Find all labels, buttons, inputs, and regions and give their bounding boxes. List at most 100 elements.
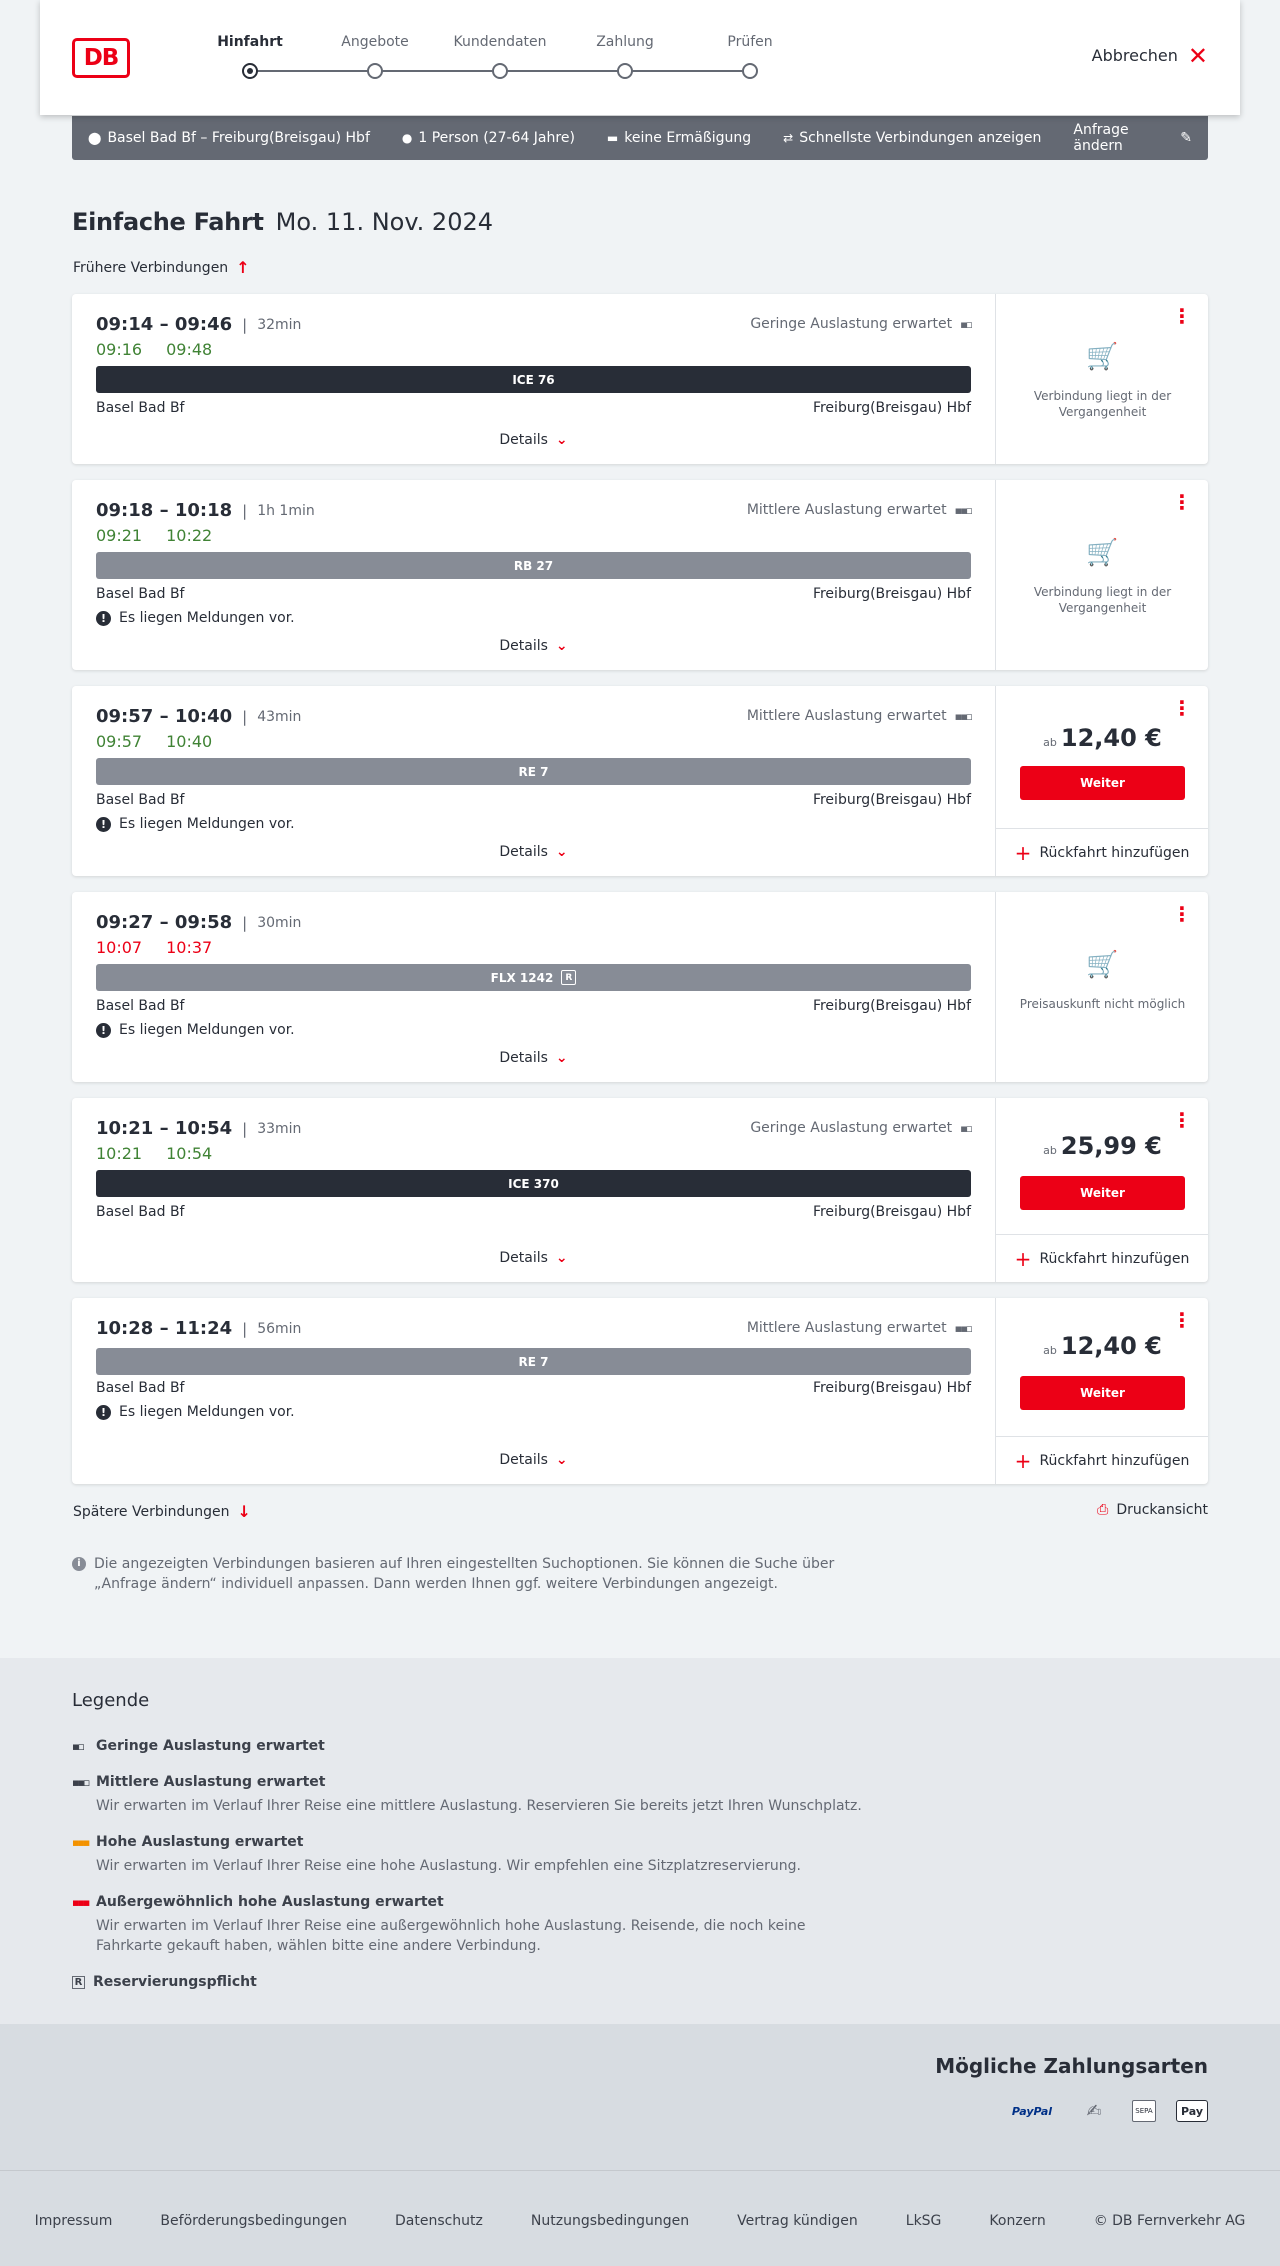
price-value: 25,99 € [1060, 1132, 1162, 1160]
load-low-icon: ▪▫ [960, 317, 973, 331]
footer-link-konzern[interactable]: Konzern [989, 2213, 1045, 2229]
footer-link-impressum[interactable]: Impressum [35, 2213, 113, 2229]
step-zahlung-label: Zahlung [596, 34, 654, 50]
train-bar[interactable]: ICE 76 [96, 366, 971, 393]
train-bar[interactable]: RE 7 [96, 1348, 971, 1375]
offer-panel: ⋮ ab 12,40 € Weiter + Rückfahrt hinzufügen [995, 1298, 1208, 1484]
alert-icon: ! [96, 1404, 111, 1420]
legend-item: ▪▪▪ Hohe Auslastung erwartet Wir erwarten… [72, 1834, 876, 1876]
footer-links: Impressum Beförderungsbedingungen Datens… [0, 2213, 1280, 2229]
message-notice[interactable]: ! Es liegen Meldungen vor. [96, 1022, 295, 1038]
search-info-note: i Die angezeigten Verbindungen basieren … [72, 1554, 852, 1594]
message-notice[interactable]: ! Es liegen Meldungen vor. [96, 816, 295, 832]
price: ab 12,40 € [996, 1332, 1209, 1360]
legend-item: R Reservierungspflicht [72, 1974, 257, 1990]
cancel-button[interactable]: Abbrechen ✕ [1092, 41, 1208, 70]
db-logo[interactable]: DB [72, 38, 130, 78]
add-return-button[interactable]: + Rückfahrt hinzufügen [996, 1234, 1208, 1282]
connection-card[interactable]: 09:18 – 10:18 | 1h 1min Mittlere Auslastun… [72, 480, 1208, 670]
earlier-connections-link[interactable]: Frühere Verbindungen ↑ [73, 258, 250, 277]
connection-card[interactable]: 09:57 – 10:40 | 43min Mittlere Auslastung … [72, 686, 1208, 876]
step-kundendaten-label: Kundendaten [453, 34, 547, 50]
offer-panel: ⋮ 🛒 Verbindung liegt in der Vergangenhei… [995, 480, 1208, 670]
print-view-link[interactable]: ⎙ Druckansicht [1097, 1502, 1208, 1518]
footer-link-lksg[interactable]: LkSG [906, 2213, 942, 2229]
weiter-button[interactable]: Weiter [1020, 1376, 1185, 1410]
connection-card[interactable]: 09:27 – 09:58 | 30min 10:07 10:37 FLX 1242 R… [72, 892, 1208, 1082]
message-notice[interactable]: ! Es liegen Meldungen vor. [96, 1404, 295, 1420]
realtime-departure: 09:57 [96, 732, 143, 751]
footer-link-vertrag-kuendigen[interactable]: Vertrag kündigen [737, 2213, 858, 2229]
message-text: Es liegen Meldungen vor. [119, 610, 295, 626]
origin-station: Basel Bad Bf [96, 792, 185, 808]
connection-times: 09:27 – 09:58 | 30min [96, 912, 301, 933]
origin-station: Basel Bad Bf [96, 998, 185, 1014]
price-prefix: ab [1043, 1344, 1057, 1357]
train-bar[interactable]: FLX 1242 R [96, 964, 971, 991]
load-text: Mittlere Auslastung erwartet [746, 708, 947, 724]
edit-query-button[interactable]: Anfrage ändern ✎ [1073, 122, 1192, 154]
footer-link-befoerderungsbedingungen[interactable]: Beförderungsbedingungen [160, 2213, 347, 2229]
realtime-times: 09:21 10:22 [96, 526, 212, 545]
details-toggle[interactable]: Details ⌄ [72, 432, 995, 448]
route-text: Basel Bad Bf – Freiburg(Breisgau) Hbf [107, 130, 370, 146]
duration: 33min [257, 1120, 302, 1137]
train-bar[interactable]: RB 27 [96, 552, 971, 579]
weiter-button[interactable]: Weiter [1020, 1176, 1185, 1210]
more-options-icon[interactable]: ⋮ [1172, 698, 1192, 718]
load-low-icon: ▪▫ [960, 1121, 973, 1135]
chevron-down-icon: ⌄ [555, 1452, 568, 1468]
weiter-button[interactable]: Weiter [1020, 766, 1185, 800]
more-options-icon[interactable]: ⋮ [1172, 1110, 1192, 1130]
footer-link-datenschutz[interactable]: Datenschutz [395, 2213, 483, 2229]
swap-arrows-icon: ⇄ [783, 131, 794, 145]
add-return-button[interactable]: + Rückfahrt hinzufügen [996, 1436, 1208, 1484]
reservation-required-icon: R [72, 1975, 85, 1989]
details-toggle[interactable]: Details ⌄ [72, 1452, 995, 1468]
planned-times: 10:28 – 11:24 [96, 1318, 233, 1339]
details-toggle[interactable]: Details ⌄ [72, 1050, 995, 1066]
duration: 56min [257, 1320, 302, 1337]
load-medium-icon: ▪▪▫ [954, 1321, 973, 1335]
fastest-toggle[interactable]: ⇄ Schnellste Verbindungen anzeigen [783, 130, 1041, 146]
duration: 32min [257, 316, 302, 333]
connection-card[interactable]: 10:21 – 10:54 | 33min Geringe Auslastung e… [72, 1098, 1208, 1282]
close-icon: ✕ [1187, 41, 1208, 70]
connection-times: 09:57 – 10:40 | 43min [96, 706, 301, 727]
more-options-icon[interactable]: ⋮ [1172, 492, 1192, 512]
connection-card[interactable]: 09:14 – 09:46 | 32min Geringe Auslastung e… [72, 294, 1208, 464]
duration: 43min [257, 708, 302, 725]
planned-times: 09:14 – 09:46 [96, 314, 233, 335]
realtime-departure: 09:21 [96, 526, 143, 545]
details-toggle[interactable]: Details ⌄ [72, 638, 995, 654]
more-options-icon[interactable]: ⋮ [1172, 904, 1192, 924]
connection-times: 09:18 – 10:18 | 1h 1min [96, 500, 315, 521]
person-icon: ● [401, 131, 413, 145]
payment-methods-section: Mögliche Zahlungsarten PayPal ✍ SEPA Pay [0, 2024, 1280, 2170]
train-bar[interactable]: RE 7 [96, 758, 971, 785]
connection-card[interactable]: 10:28 – 11:24 | 56min Mittlere Auslastung … [72, 1298, 1208, 1484]
legend-item-title: Mittlere Auslastung erwartet [96, 1774, 326, 1790]
details-toggle[interactable]: Details ⌄ [72, 1250, 995, 1266]
printer-icon: ⎙ [1097, 1502, 1109, 1518]
message-notice[interactable]: ! Es liegen Meldungen vor. [96, 610, 295, 626]
details-toggle[interactable]: Details ⌄ [72, 844, 995, 860]
location-pin-icon: ⬤ [88, 131, 102, 145]
add-return-button[interactable]: + Rückfahrt hinzufügen [996, 828, 1208, 876]
later-connections-link[interactable]: Spätere Verbindungen ↓ [73, 1502, 251, 1521]
train-name: RE 7 [518, 1354, 549, 1369]
details-label: Details [499, 1250, 548, 1266]
footer-link-nutzungsbedingungen[interactable]: Nutzungsbedingungen [531, 2213, 689, 2229]
realtime-times: 09:16 09:48 [96, 340, 212, 359]
load-text: Mittlere Auslastung erwartet [746, 1320, 947, 1336]
separator: | [242, 913, 248, 932]
more-options-icon[interactable]: ⋮ [1172, 1310, 1192, 1330]
paypal-logo: PayPal [1011, 2104, 1053, 2118]
load-text: Geringe Auslastung erwartet [750, 316, 953, 332]
step-angebote-dot [367, 63, 383, 79]
load-low-icon: ▪▫ [72, 1739, 85, 1753]
realtime-arrival: 09:48 [166, 340, 213, 359]
plus-icon: + [1014, 1246, 1032, 1271]
more-options-icon[interactable]: ⋮ [1172, 306, 1192, 326]
train-bar[interactable]: ICE 370 [96, 1170, 971, 1197]
